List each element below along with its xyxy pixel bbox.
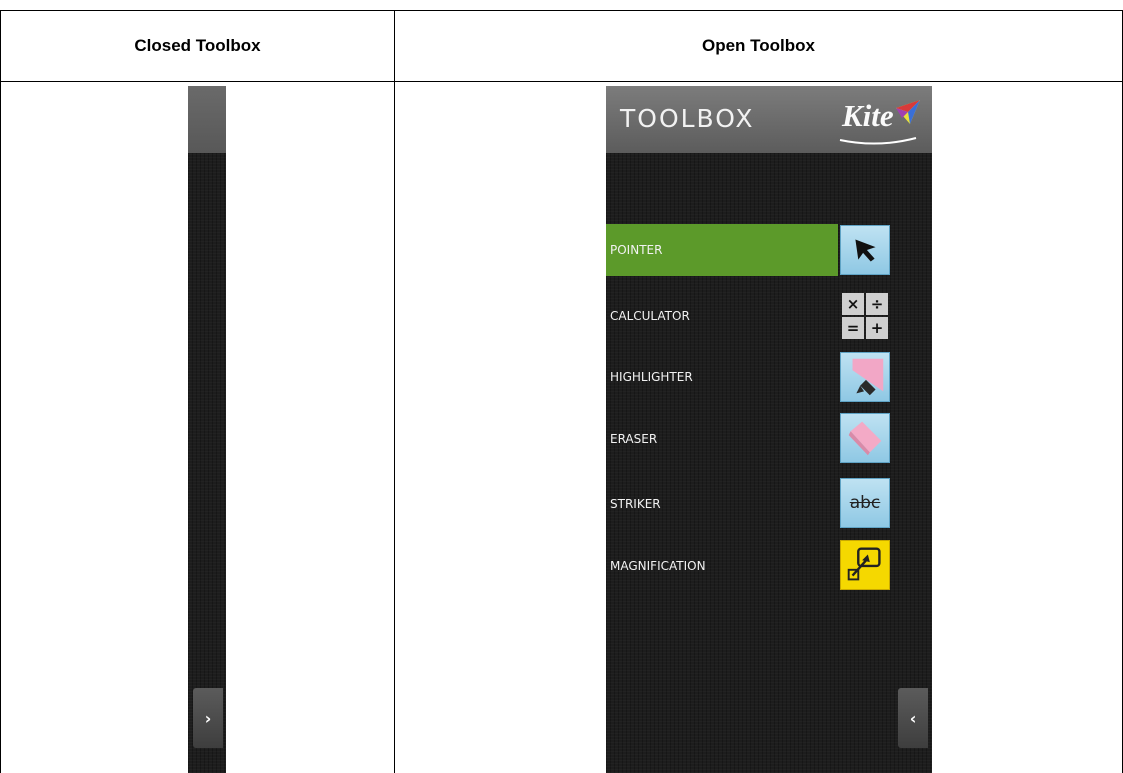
table-border-divider [394,10,395,773]
magnification-icon [847,547,881,581]
pointer-button[interactable] [840,225,890,275]
calc-divide-icon: ÷ [866,293,888,315]
highlighter-icon [852,358,884,396]
calc-equals-icon: = [842,317,864,339]
magnification-button[interactable] [840,540,890,590]
tool-pointer[interactable]: POINTER [606,224,838,276]
chevron-right-icon: › [204,708,212,728]
striker-icon: abc [849,493,881,513]
striker-button[interactable]: abc [840,478,890,528]
closed-toolbox-panel [188,86,226,773]
toolbox-title: TOOLBOX [620,104,755,133]
arrow-pointer-icon [855,239,876,262]
closed-toolbox-top [188,86,226,153]
kite-logo-icon [896,100,920,124]
eraser-icon [848,421,882,456]
tool-highlighter-label: HIGHLIGHTER [610,370,693,384]
tool-magnification-label: MAGNIFICATION [610,559,706,573]
open-toolbox-header: Open Toolbox [701,36,815,55]
collapse-toolbox-button[interactable]: ‹ [898,688,928,748]
eraser-button[interactable] [840,413,890,463]
tool-eraser-label: ERASER [610,432,658,446]
kite-logo: Kite [842,98,894,133]
table-border-header [0,81,1123,82]
calc-times-icon: × [842,293,864,315]
highlighter-button[interactable] [840,352,890,402]
tool-calculator-label: CALCULATOR [610,309,690,323]
toolbox-header: TOOLBOX Kite [606,86,932,153]
calc-plus-icon: + [866,317,888,339]
tool-striker-label: STRIKER [610,497,661,511]
chevron-left-icon: ‹ [909,708,917,728]
calculator-button[interactable]: × ÷ = + [840,291,890,341]
expand-toolbox-button[interactable]: › [193,688,223,748]
closed-toolbox-header: Closed Toolbox [134,36,261,55]
open-toolbox-panel: TOOLBOX Kite POINTER CALCULATOR × ÷ = + … [606,86,932,773]
table-border-left [0,10,1,773]
tool-pointer-label: POINTER [610,243,663,257]
comparison-table: Closed Toolbox Open Toolbox [0,0,1123,773]
kite-swoosh-icon [839,137,917,145]
